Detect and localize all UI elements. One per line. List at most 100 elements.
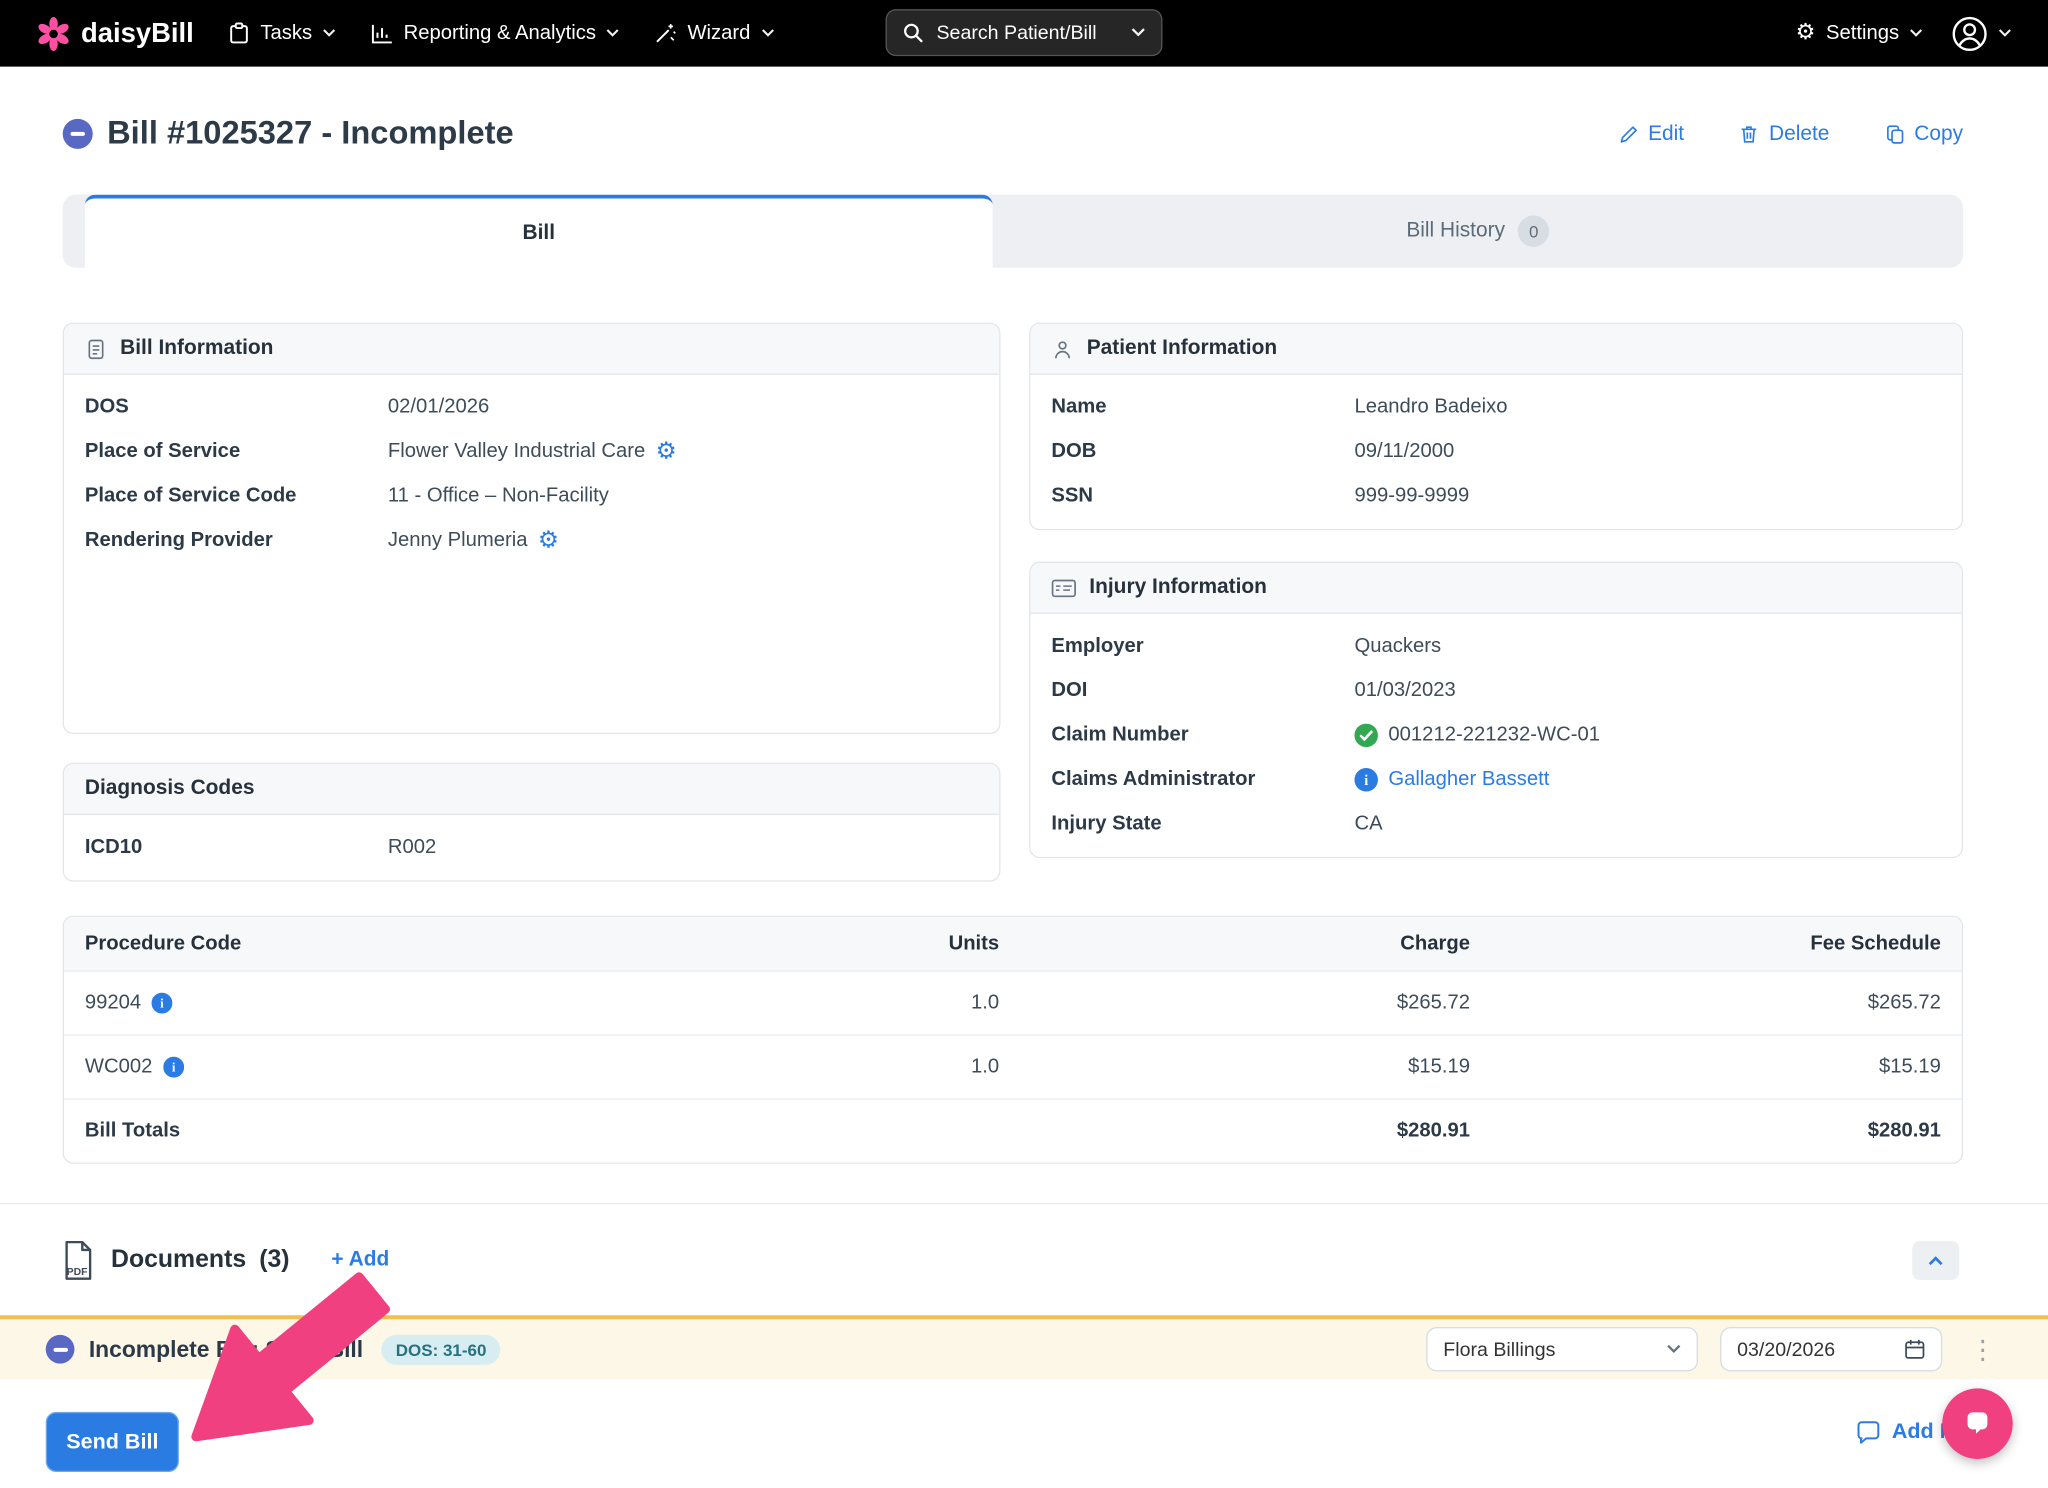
due-date-value: 03/20/2026 (1737, 1338, 1904, 1360)
wand-icon (655, 22, 677, 44)
bill-information-card: Bill Information DOS 02/01/2026 Place of… (63, 323, 1001, 734)
add-document-button[interactable]: + Add (331, 1248, 389, 1272)
page: daisyBill Tasks Reporting & Analytics Wi… (0, 0, 2048, 1488)
nav-settings-label: Settings (1826, 22, 1899, 46)
gear-icon[interactable]: ⚙ (656, 440, 677, 464)
injury-row-claim-number: Claim Number 001212-221232-WC-01 (1031, 713, 1962, 757)
top-navbar: daisyBill Tasks Reporting & Analytics Wi… (0, 0, 2048, 67)
documents-title: Documents (111, 1245, 246, 1274)
copy-label: Copy (1914, 122, 1963, 146)
collapse-documents-button[interactable] (1912, 1240, 1959, 1279)
tab-bill-history[interactable]: Bill History 0 (993, 195, 1963, 268)
task-banner-title: Incomplete Bill: Send Bill (89, 1336, 363, 1363)
info-icon[interactable]: i (163, 1057, 184, 1078)
injury-row-injury-state: Injury State CA (1031, 802, 1962, 846)
pdf-file-icon: PDF (63, 1240, 94, 1279)
bill-totals-row: Bill Totals $280.91 $280.91 (64, 1098, 1962, 1162)
patient-information-title: Patient Information (1087, 337, 1277, 361)
nav-tasks-label: Tasks (260, 22, 312, 46)
procedure-row: WC002 i 1.0 $15.19 $15.19 (64, 1034, 1962, 1098)
add-note-button[interactable]: Add N (1857, 1420, 1956, 1445)
gear-icon[interactable]: ⚙ (538, 529, 559, 553)
patient-row-name: Name Leandro Badeixo (1031, 385, 1962, 429)
due-date-input[interactable]: 03/20/2026 (1720, 1327, 1942, 1371)
brand-logo[interactable]: daisyBill (37, 16, 194, 50)
id-card-icon (1051, 578, 1076, 598)
bar-chart-icon (371, 23, 393, 44)
search-patient-bill-button[interactable]: Search Patient/Bill (886, 9, 1163, 56)
chevron-down-icon (1910, 29, 1923, 38)
delete-label: Delete (1769, 122, 1829, 146)
nav-wizard[interactable]: Wizard (655, 22, 774, 46)
assignee-select[interactable]: Flora Billings (1426, 1327, 1698, 1371)
bill-info-row-dos: DOS 02/01/2026 (64, 385, 999, 429)
svg-text:i: i (160, 997, 164, 1011)
pencil-icon (1618, 123, 1639, 144)
intercom-chat-icon (1960, 1407, 1994, 1441)
nav-account[interactable] (1951, 15, 2011, 52)
procedure-table-header: Procedure Code Units Charge Fee Schedule (64, 917, 1962, 971)
search-icon (903, 22, 924, 43)
minus-circle-icon (46, 1335, 75, 1364)
tab-bar: Bill Bill History 0 (63, 195, 1963, 268)
diagnosis-row-icd10: ICD10 R002 (64, 825, 999, 869)
tab-bill[interactable]: Bill (85, 195, 993, 268)
page-title: Bill #1025327 - Incomplete (107, 115, 514, 153)
chevron-up-icon (1928, 1255, 1944, 1265)
injury-information-title: Injury Information (1089, 576, 1267, 600)
claims-administrator-link[interactable]: Gallagher Bassett (1388, 768, 1549, 792)
delete-button[interactable]: Delete (1739, 122, 1829, 146)
brand-name: daisyBill (81, 18, 194, 49)
svg-text:PDF: PDF (67, 1266, 88, 1277)
nav-reporting-analytics[interactable]: Reporting & Analytics (371, 22, 620, 46)
gear-icon: ⚙ (1796, 22, 1816, 44)
copy-icon (1884, 123, 1905, 144)
nav-settings[interactable]: ⚙ Settings (1796, 22, 1923, 46)
injury-row-claims-administrator: Claims Administrator i Gallagher Bassett (1031, 758, 1962, 802)
bill-history-count-badge: 0 (1518, 216, 1549, 247)
chat-icon (1857, 1420, 1882, 1444)
edit-button[interactable]: Edit (1618, 122, 1684, 146)
kebab-menu-icon[interactable]: ⋮ (1970, 1336, 1996, 1362)
injury-information-card: Injury Information Employer Quackers DOI… (1029, 562, 1963, 858)
injury-row-doi: DOI 01/03/2023 (1031, 669, 1962, 713)
procedure-table: Procedure Code Units Charge Fee Schedule… (63, 916, 1963, 1164)
incomplete-bill-task-banner: Incomplete Bill: Send Bill DOS: 31-60 Fl… (0, 1315, 2048, 1379)
documents-count: (3) (259, 1245, 289, 1274)
bill-info-row-place-of-service: Place of Service Flower Valley Industria… (64, 430, 999, 474)
info-icon[interactable]: i (152, 993, 173, 1014)
chevron-down-icon (606, 29, 619, 38)
svg-text:i: i (1364, 773, 1368, 789)
procedure-row: 99204 i 1.0 $265.72 $265.72 (64, 970, 1962, 1034)
tab-bill-label: Bill (523, 221, 556, 245)
tab-bill-history-label: Bill History (1406, 219, 1505, 243)
info-icon[interactable]: i (1354, 768, 1378, 792)
diagnosis-codes-title: Diagnosis Codes (85, 777, 255, 801)
check-circle-icon (1354, 724, 1378, 748)
patient-information-card: Patient Information Name Leandro Badeixo… (1029, 323, 1963, 531)
trash-icon (1739, 123, 1760, 144)
search-label: Search Patient/Bill (936, 22, 1118, 44)
send-bill-button[interactable]: Send Bill (46, 1412, 179, 1472)
minus-circle-icon (63, 119, 93, 149)
dos-age-badge: DOS: 31-60 (381, 1334, 500, 1364)
patient-row-dob: DOB 09/11/2000 (1031, 430, 1962, 474)
document-icon (85, 338, 107, 360)
edit-label: Edit (1648, 122, 1684, 146)
nav-tasks[interactable]: Tasks (229, 22, 336, 46)
chevron-down-icon (1998, 29, 2011, 38)
svg-text:i: i (172, 1061, 176, 1075)
chevron-down-icon (761, 29, 774, 38)
daisybill-logo-icon (37, 16, 71, 50)
patient-icon (1051, 338, 1073, 360)
chevron-down-icon (1667, 1344, 1681, 1354)
copy-button[interactable]: Copy (1884, 122, 1963, 146)
chevron-down-icon (323, 29, 336, 38)
chat-widget-button[interactable] (1942, 1388, 2013, 1459)
chevron-down-icon (1131, 27, 1145, 37)
nav-reporting-label: Reporting & Analytics (404, 22, 596, 46)
injury-row-employer: Employer Quackers (1031, 624, 1962, 668)
bill-info-row-pos-code: Place of Service Code 11 - Office – Non-… (64, 474, 999, 518)
nav-wizard-label: Wizard (687, 22, 750, 46)
task-footer: Send Bill Add N (0, 1379, 2048, 1487)
